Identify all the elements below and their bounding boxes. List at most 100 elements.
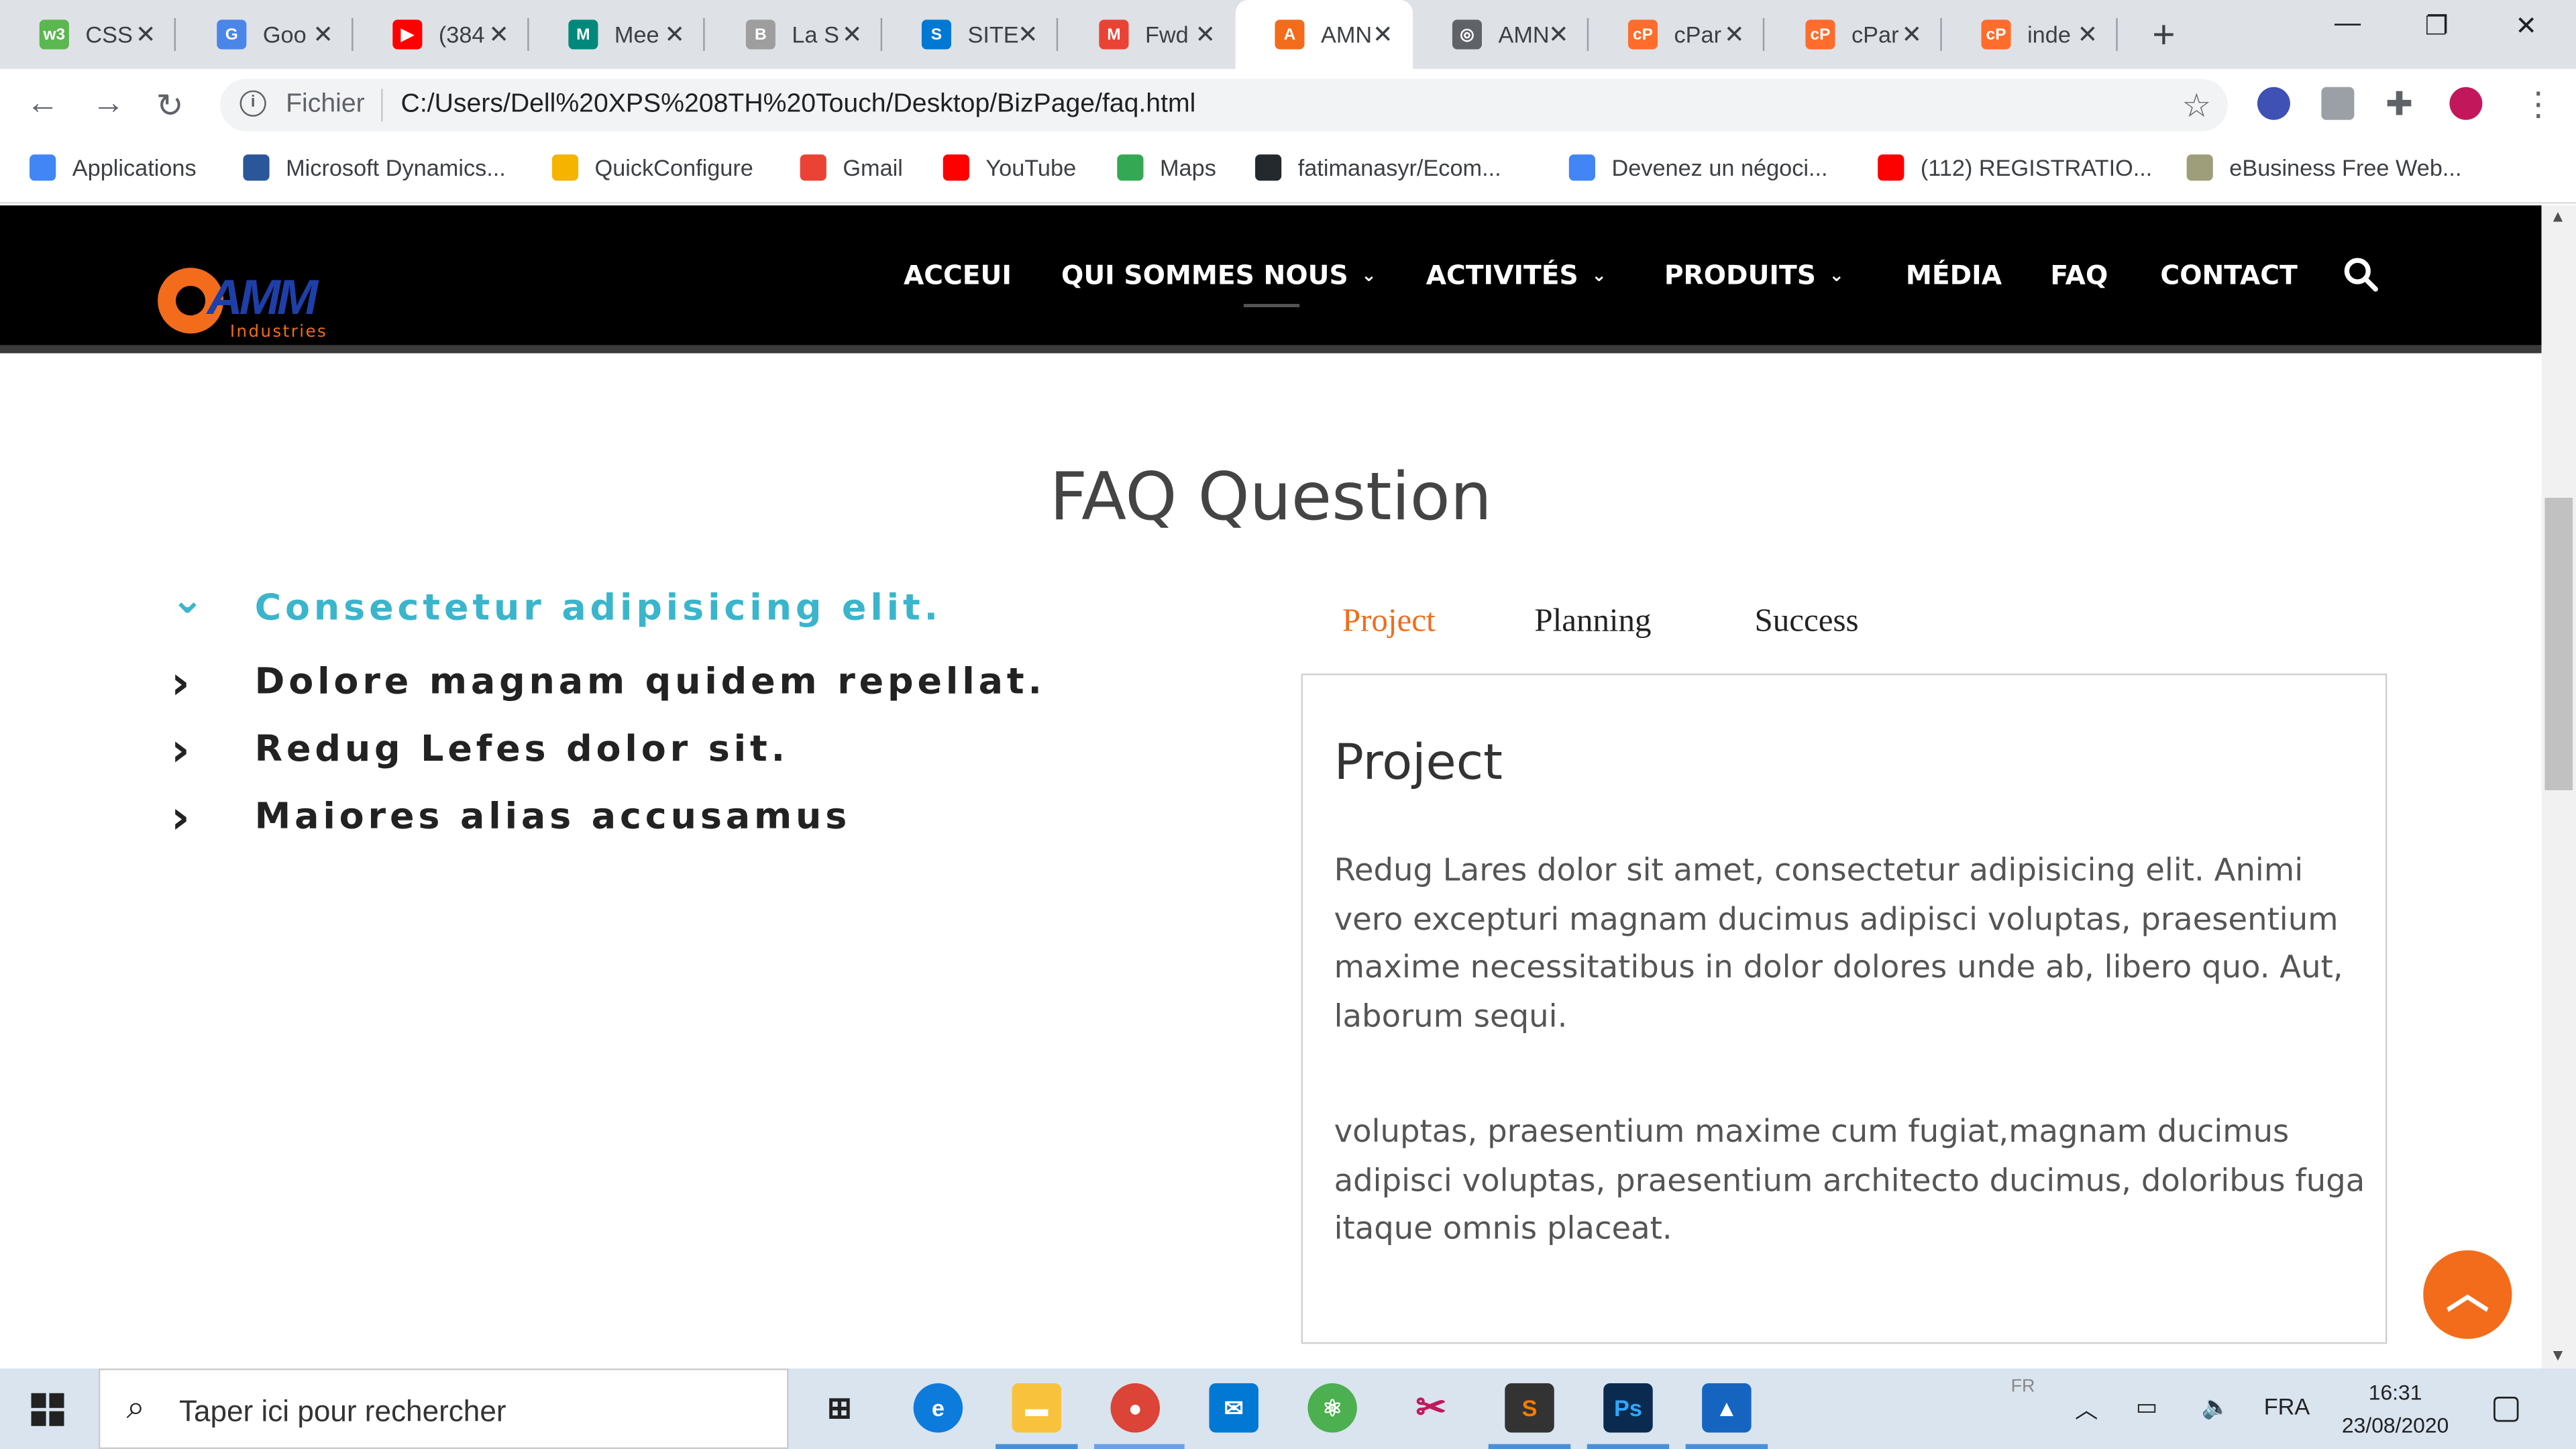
- volume-icon[interactable]: 🔈: [2202, 1393, 2231, 1421]
- scroll-down-arrow-icon[interactable]: ▼: [2550, 1347, 2566, 1365]
- tab-favicon-icon: w3: [39, 19, 69, 50]
- notification-center-icon[interactable]: ▢: [2491, 1387, 2522, 1428]
- sublime-text-icon[interactable]: S: [1505, 1383, 1554, 1433]
- chrome-browser-icon[interactable]: ●: [1110, 1383, 1160, 1433]
- forward-arrow-icon[interactable]: →: [92, 85, 125, 123]
- extensions-puzzle-icon[interactable]: ✚: [2385, 84, 2413, 125]
- browser-tab[interactable]: M Fwd ✕: [1060, 0, 1236, 69]
- scroll-up-arrow-icon[interactable]: ▲: [2550, 209, 2566, 227]
- photos-app-icon[interactable]: ▲: [1702, 1383, 1752, 1433]
- bookmark-item[interactable]: QuickConfigure: [551, 154, 753, 181]
- browser-tab[interactable]: A AMN ✕: [1235, 0, 1413, 69]
- browser-tab[interactable]: S SITE ✕: [882, 0, 1059, 69]
- close-icon[interactable]: ✕: [136, 19, 156, 50]
- file-explorer-icon[interactable]: ▬: [1012, 1383, 1062, 1433]
- url-text[interactable]: C:/Users/Dell%20XPS%208TH%20Touch/Deskto…: [401, 91, 1196, 120]
- close-icon[interactable]: ✕: [664, 19, 685, 50]
- extension-icon[interactable]: [2257, 87, 2290, 120]
- browser-tab[interactable]: B La S ✕: [706, 0, 883, 69]
- site-logo[interactable]: AMM Industries: [158, 264, 347, 346]
- page-scrollbar[interactable]: ▲ ▼: [2541, 205, 2576, 1369]
- battery-icon[interactable]: ▭: [2136, 1393, 2157, 1421]
- nav-menu-item[interactable]: ACTIVITÉS ⌄: [1426, 260, 1607, 291]
- browser-tab[interactable]: ▶ (384 ✕: [354, 0, 529, 69]
- photoshop-icon[interactable]: Ps: [1603, 1383, 1653, 1433]
- browser-tab[interactable]: M Mee ✕: [529, 0, 705, 69]
- faq-question[interactable]: › Redug Lefes dolor sit.: [171, 723, 789, 777]
- profile-avatar[interactable]: [2449, 87, 2483, 120]
- running-app-indicator: [996, 1444, 1078, 1449]
- bookmark-item[interactable]: YouTube: [943, 154, 1076, 181]
- browser-tab[interactable]: cP inde ✕: [1942, 0, 2118, 69]
- browser-tab[interactable]: ◎ AMN ✕: [1413, 0, 1589, 69]
- scrollbar-thumb[interactable]: [2544, 498, 2573, 790]
- bookmark-star-icon[interactable]: ☆: [2182, 85, 2211, 126]
- close-icon[interactable]: ✕: [1195, 19, 1216, 50]
- tab-separator: [703, 17, 705, 51]
- search-icon[interactable]: [2343, 256, 2379, 292]
- nav-menu-item[interactable]: ACCEUI: [904, 260, 1012, 291]
- bookmark-item[interactable]: Applications: [30, 154, 197, 181]
- close-icon[interactable]: ✕: [313, 19, 333, 50]
- nav-menu-item[interactable]: CONTACT: [2160, 260, 2297, 291]
- back-arrow-icon[interactable]: ←: [26, 85, 59, 123]
- close-icon[interactable]: ✕: [1373, 19, 1393, 50]
- browser-tab[interactable]: G Goo ✕: [177, 0, 354, 69]
- atom-editor-icon[interactable]: ⚛: [1307, 1383, 1357, 1433]
- info-icon[interactable]: i: [239, 90, 266, 117]
- close-icon[interactable]: ✕: [488, 19, 509, 50]
- task-view-icon[interactable]: ⊞: [815, 1383, 864, 1432]
- show-hidden-icons-icon[interactable]: ︿: [2075, 1393, 2098, 1426]
- bookmark-item[interactable]: fatimanasyr/Ecom...: [1255, 154, 1501, 181]
- reload-icon[interactable]: ↻: [156, 85, 184, 126]
- panel-tab[interactable]: Success: [1755, 603, 1859, 641]
- language-indicator[interactable]: FRA: [2264, 1393, 2310, 1419]
- close-icon[interactable]: ✕: [1548, 19, 1569, 50]
- system-clock[interactable]: 16:31 23/08/2020: [2330, 1377, 2461, 1442]
- close-icon[interactable]: ✕: [1018, 19, 1038, 50]
- bookmark-item[interactable]: (112) REGISTRATIO...: [1878, 154, 2152, 181]
- snipping-tool-icon[interactable]: ✂: [1406, 1383, 1455, 1432]
- browser-tab[interactable]: cP cPar ✕: [1766, 0, 1942, 69]
- close-window-icon[interactable]: ✕: [2515, 10, 2537, 43]
- new-tab-plus-icon[interactable]: +: [2152, 13, 2175, 60]
- bookmark-item[interactable]: Devenez un négoci...: [1568, 154, 1828, 181]
- close-icon[interactable]: ✕: [1724, 19, 1745, 50]
- nav-menu-item[interactable]: MÉDIA: [1906, 260, 2002, 291]
- close-icon[interactable]: ✕: [842, 19, 863, 50]
- mail-icon[interactable]: ✉: [1209, 1383, 1258, 1433]
- faq-question[interactable]: › Maiores alias accusamus: [171, 790, 851, 845]
- close-icon[interactable]: ✕: [1902, 19, 1923, 50]
- taskbar-search-box[interactable]: ⌕ Taper ici pour rechercher: [98, 1368, 789, 1449]
- windows-start-icon[interactable]: [31, 1393, 64, 1426]
- faq-question-text: Dolore magnam quidem repellat.: [254, 661, 1046, 704]
- nav-menu-item[interactable]: PRODUITS ⌄: [1664, 260, 1844, 291]
- back-to-top-button[interactable]: ︿: [2423, 1250, 2512, 1339]
- web-page: AMM Industries ACCEUI QUI SOMMES NOUS ⌄ ACT…: [0, 205, 2542, 1369]
- bookmark-item[interactable]: Maps: [1117, 154, 1216, 181]
- bookmark-item[interactable]: eBusiness Free Web...: [2186, 154, 2462, 181]
- faq-question[interactable]: › Dolore magnam quidem repellat.: [171, 655, 1046, 710]
- nav-menu-item[interactable]: FAQ: [2050, 260, 2108, 291]
- address-bar[interactable]: i Fichier C:/Users/Dell%20XPS%208TH%20To…: [220, 78, 2228, 131]
- minimize-icon[interactable]: —: [2334, 10, 2361, 40]
- restore-icon[interactable]: ❐: [2425, 10, 2449, 43]
- nav-menu-item[interactable]: QUI SOMMES NOUS ⌄: [1061, 260, 1377, 291]
- tab-favicon-icon: ◎: [1452, 19, 1482, 50]
- menu-kebab-icon[interactable]: ⋮: [2522, 84, 2555, 125]
- bookmark-item[interactable]: Gmail: [800, 154, 903, 181]
- panel-tab[interactable]: Planning: [1534, 603, 1651, 641]
- edge-browser-icon[interactable]: e: [913, 1383, 963, 1433]
- input-indicator[interactable]: FR: [2011, 1377, 2035, 1396]
- panel-tab[interactable]: Project: [1342, 603, 1436, 641]
- faq-question[interactable]: ⌄ Consectetur adipisicing elit.: [171, 576, 942, 629]
- browser-tab[interactable]: cP cPar ✕: [1589, 0, 1765, 69]
- panel-paragraph: Redug Lares dolor sit amet, consectetur …: [1334, 853, 2343, 1034]
- screen: w3 CSS ✕ G Goo ✕ ▶ (384 ✕ M Mee ✕ B La S ✕ S SITE ✕ M Fwd ✕ A…: [0, 0, 2576, 1449]
- close-icon[interactable]: ✕: [2078, 19, 2098, 50]
- bookmark-item[interactable]: Microsoft Dynamics...: [243, 154, 506, 181]
- extension-icon[interactable]: [2321, 87, 2355, 120]
- tab-favicon-icon: S: [921, 19, 951, 50]
- bookmark-favicon-icon: [551, 154, 579, 181]
- browser-tab[interactable]: w3 CSS ✕: [0, 0, 176, 69]
